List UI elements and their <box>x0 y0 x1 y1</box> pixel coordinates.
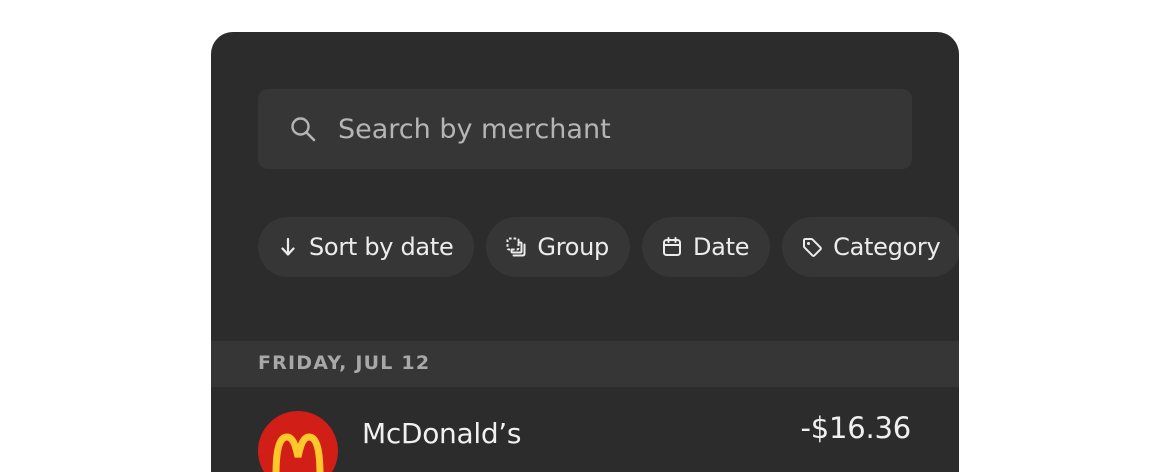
transactions-panel: Sort by date Group Date Categ <box>211 32 959 472</box>
filter-bar: Sort by date Group Date Category <box>258 217 959 277</box>
arrow-down-icon <box>281 237 295 256</box>
category-filter-label: Category <box>833 233 941 261</box>
date-filter-button[interactable]: Date <box>642 217 771 277</box>
calendar-icon <box>663 237 681 256</box>
group-icon <box>506 237 526 257</box>
merchant-name: McDonald’s <box>362 417 522 450</box>
mcdonalds-logo <box>258 411 338 472</box>
mcdonalds-arches-icon <box>272 433 324 472</box>
transaction-row[interactable]: McDonald’s -$16.36 <box>211 387 959 472</box>
search-bar[interactable] <box>258 89 912 169</box>
sort-by-date-button[interactable]: Sort by date <box>258 217 475 277</box>
category-filter-button[interactable]: Category <box>782 217 959 277</box>
search-icon <box>291 117 316 142</box>
date-group-header: FRIDAY, JUL 12 <box>211 341 959 387</box>
date-filter-label: Date <box>693 233 750 261</box>
date-group-label: FRIDAY, JUL 12 <box>258 352 431 374</box>
group-button[interactable]: Group <box>486 217 630 277</box>
group-label: Group <box>537 233 609 261</box>
sort-by-date-label: Sort by date <box>309 233 454 261</box>
search-input[interactable] <box>338 89 898 169</box>
tag-icon <box>803 238 823 257</box>
transaction-amount: -$16.36 <box>800 411 911 445</box>
